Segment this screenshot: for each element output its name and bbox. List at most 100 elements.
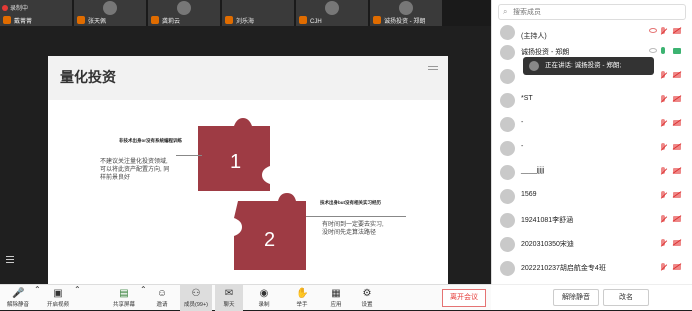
thumbnail-name: 刘乐海 (236, 19, 255, 25)
avatar (500, 261, 515, 276)
avatar (500, 237, 515, 252)
member-search-input[interactable] (513, 6, 673, 18)
avatar (500, 93, 515, 108)
camera-off-icon: ▣ (53, 288, 63, 299)
mic-on-icon (661, 47, 666, 56)
mic-options-chevron-icon[interactable]: ⌃ (34, 285, 41, 311)
member-row[interactable]: - (492, 114, 692, 134)
mic-icon (3, 16, 11, 24)
chat-button[interactable]: ✉ 聊天 (215, 285, 243, 311)
recording-indicator: 录制中 (2, 3, 28, 12)
presentation-slide: 量化投资 1 2 非技术出身or没有系统编程训练 不建议关注量化投资领域, 可以… (48, 56, 448, 290)
share-screen-label: 共享屏幕 (112, 302, 135, 308)
mic-icon (151, 16, 159, 24)
point-1-body: 不建议关注量化投资领域, 可以将此资产配置方向, 同 样前景良好 (100, 158, 200, 182)
camera-off-icon (673, 192, 681, 198)
members-icon: ⚇ (191, 288, 201, 299)
point-1-line: 可以将此资产配置方向, 同 (100, 167, 170, 173)
speaking-tooltip: 正在讲话: 诚扬投资 - 郑朗; (523, 57, 654, 75)
start-video-label: 开启视频 (46, 302, 69, 308)
invite-icon: ☺ (156, 288, 168, 299)
member-row[interactable]: - (492, 138, 692, 158)
raise-hand-button[interactable]: ✋ 举手 (290, 285, 314, 311)
thumbnail-name: 戴菁菁 (14, 19, 33, 25)
member-row[interactable]: 2020310350宋迪 (492, 234, 692, 254)
members-button[interactable]: ⚇ 成员(99+) (180, 285, 212, 311)
member-row[interactable]: *ST (492, 90, 692, 110)
avatar (500, 25, 515, 40)
point-1-line: 不建议关注量化投资领域, (100, 159, 168, 165)
avatar (500, 45, 515, 60)
member-name: 诚扬投资 - 郑朗 (521, 49, 570, 56)
camera-off-icon (673, 28, 681, 34)
mic-icon (77, 16, 85, 24)
gear-icon: ⚙ (362, 288, 372, 299)
chat-label: 聊天 (223, 302, 235, 308)
record-label: 录制 (258, 302, 270, 308)
member-name: - (521, 119, 524, 126)
thumbnail-name: 张天佩 (88, 19, 107, 25)
mic-muted-icon (661, 263, 666, 272)
mic-icon (373, 16, 381, 24)
unmute-button[interactable]: 🎤 解除静音 (4, 285, 32, 311)
point-2-title: 技术出身but没有相关实习经历 (320, 200, 381, 205)
avatar (500, 69, 515, 84)
recording-label: 录制中 (10, 6, 29, 12)
invite-button[interactable]: ☺ 邀请 (150, 285, 174, 311)
members-label: 成员(99+) (184, 302, 208, 308)
video-options-chevron-icon[interactable]: ⌃ (74, 285, 81, 311)
connector-line (176, 155, 202, 156)
rename-button[interactable]: 改名 (603, 289, 649, 306)
video-thumbnail[interactable]: CJH (296, 0, 368, 26)
meeting-toolbar: 🎤 解除静音 ⌃ ▣ 开启视频 ⌃ ▤ 共享屏幕 ⌃ ☺ 邀请 ⚇ 成员(99+… (0, 284, 491, 311)
video-thumbnail[interactable]: 刘乐海 (222, 0, 294, 26)
thumbnail-name: CJH (310, 19, 322, 25)
member-name: ____jjjjj (521, 167, 545, 174)
member-name: 2022210237胡启航金专4班 (521, 265, 606, 272)
sidebar-toggle-icon[interactable] (4, 254, 16, 266)
share-options-chevron-icon[interactable]: ⌃ (140, 285, 147, 311)
video-thumbnail[interactable]: 张天佩 (74, 0, 146, 26)
camera-off-icon (673, 120, 681, 126)
unmute-label: 解除静音 (6, 302, 29, 308)
camera-off-icon (673, 72, 681, 78)
point-2-line: 没时间先走算法路径 (322, 230, 377, 236)
raise-hand-label: 举手 (296, 302, 308, 308)
mic-muted-icon: 🎤 (12, 288, 25, 299)
point-2-body: 有时间到一定要去实习, 没时间先走算法路径 (322, 221, 432, 237)
puzzle-number-2: 2 (264, 229, 275, 251)
member-row[interactable]: (主持人) (492, 22, 692, 42)
member-row[interactable]: ____jjjjj (492, 162, 692, 182)
mic-muted-icon (661, 27, 666, 36)
video-thumbnail[interactable]: 龚莉云 (148, 0, 220, 26)
video-thumbnail-strip: 戴菁菁 张天佩 龚莉云 刘乐海 CJH 诚扬投资 - 郑朗 录制中 (0, 0, 491, 26)
start-video-button[interactable]: ▣ 开启视频 (44, 285, 72, 311)
member-name: *ST (521, 95, 533, 102)
participant-face (103, 1, 117, 15)
eye-icon (649, 48, 657, 53)
apps-button[interactable]: ▦ 应用 (324, 285, 348, 311)
eye-icon (649, 28, 657, 33)
share-screen-button[interactable]: ▤ 共享屏幕 (110, 285, 138, 311)
point-2-line: 有时间到一定要去实习, (322, 222, 384, 228)
member-name: (主持人) (521, 33, 547, 40)
camera-off-icon (673, 168, 681, 174)
apps-icon: ▦ (331, 288, 341, 299)
settings-label: 设置 (361, 302, 373, 308)
record-button[interactable]: ◉ 录制 (252, 285, 276, 311)
unmute-all-button[interactable]: 解除静音 (553, 289, 599, 306)
settings-button[interactable]: ⚙ 设置 (355, 285, 379, 311)
leave-meeting-button[interactable]: 离开会议 (442, 289, 486, 307)
camera-on-icon (673, 48, 681, 54)
camera-off-icon (673, 96, 681, 102)
member-name: 1569 (521, 191, 537, 198)
member-row[interactable]: 2022210237胡启航金专4班 (492, 258, 692, 278)
mic-icon (225, 16, 233, 24)
member-row[interactable]: 1569 (492, 186, 692, 206)
member-name: 19241081李舒涵 (521, 217, 574, 224)
member-row[interactable]: 19241081李舒涵 (492, 210, 692, 230)
member-search[interactable]: ⌕ (498, 4, 686, 20)
video-thumbnail[interactable]: 诚扬投资 - 郑朗 (370, 0, 442, 26)
point-1-line: 样前景良好 (100, 175, 131, 181)
members-panel: ⌕ (主持人) 诚扬投资 - 郑朗 *ST - - (491, 0, 692, 310)
